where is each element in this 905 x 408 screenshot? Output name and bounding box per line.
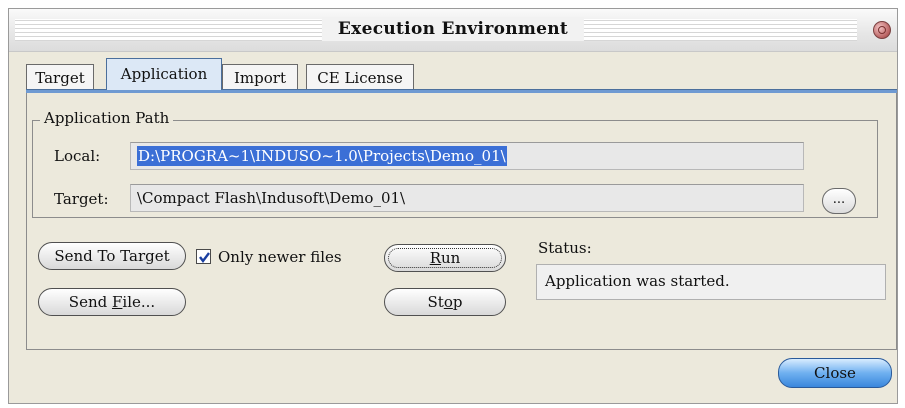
status-label: Status: [538,239,592,257]
target-path-field[interactable]: \Compact Flash\Indusoft\Demo_01\ [130,184,804,212]
local-label: Local: [54,147,101,165]
send-file-label-post: ile... [122,293,156,311]
stop-label-mnemonic: o [443,293,453,311]
stop-label-post: p [452,293,463,311]
stop-label-pre: St [427,293,444,311]
window-title: Execution Environment [321,17,585,41]
target-label: Target: [54,190,109,208]
browse-button[interactable]: ... [822,188,856,214]
run-label-mnemonic: R [429,249,441,267]
stop-button[interactable]: Stop [384,288,506,316]
send-file-label-mnemonic: F [111,293,123,311]
close-window-icon[interactable] [873,21,891,39]
send-file-label-pre: Send [68,293,112,311]
local-path-field[interactable]: D:\PROGRA~1\INDUSO~1.0\Projects\Demo_01\ [130,142,804,170]
status-box: Application was started. [536,264,886,300]
tab-import[interactable]: Import [222,64,298,90]
checkmark-icon [199,252,210,263]
title-bar: Execution Environment [9,9,897,52]
run-button[interactable]: Run [384,244,506,272]
send-to-target-button[interactable]: Send To Target [38,242,186,270]
close-button[interactable]: Close [778,358,892,388]
tab-ce-license[interactable]: CE License [306,64,414,90]
local-path-value: D:\PROGRA~1\INDUSO~1.0\Projects\Demo_01\ [137,146,507,166]
only-newer-checkbox[interactable] [196,249,211,264]
tab-application[interactable]: Application [106,58,222,90]
run-label-post: un [440,249,461,267]
application-path-label: Application Path [40,108,174,128]
only-newer-label: Only newer files [218,248,342,266]
tab-target[interactable]: Target [26,64,94,90]
send-file-button[interactable]: Send File... [38,288,186,316]
